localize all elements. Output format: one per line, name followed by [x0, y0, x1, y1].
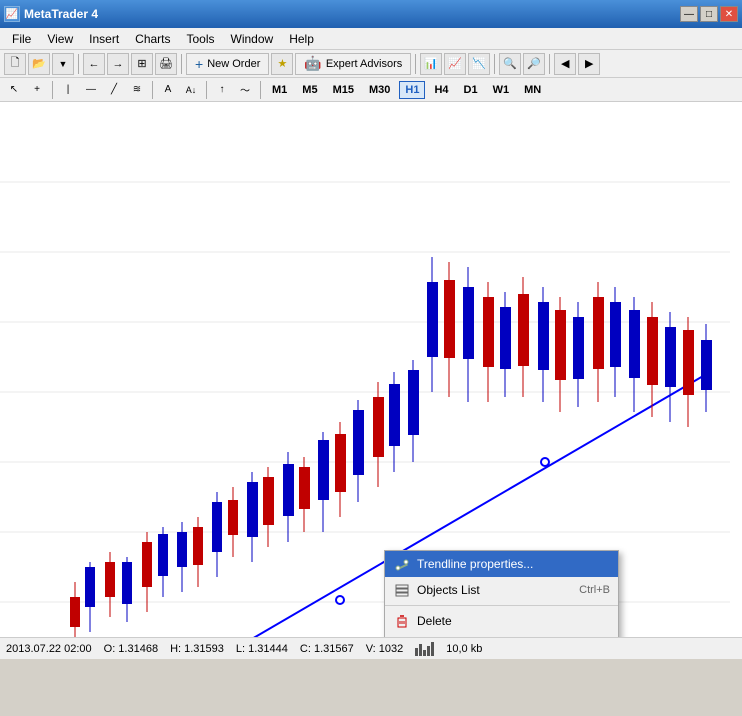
app-icon: 📈 [4, 6, 20, 22]
toolbar2-sep1 [52, 81, 53, 99]
cm-delete[interactable]: Delete [385, 608, 618, 634]
tf-w1[interactable]: W1 [487, 81, 516, 99]
toolbar2-sep2 [152, 81, 153, 99]
menu-window[interactable]: Window [223, 30, 282, 48]
toolbar-sep5 [549, 54, 550, 74]
minimize-button[interactable]: — [680, 6, 698, 22]
toolbar-refresh[interactable]: ⊞ [131, 53, 153, 75]
cm-delete-label: Delete [417, 614, 452, 628]
status-high: H: 1.31593 [170, 643, 224, 655]
channel-tool[interactable]: ≋ [127, 80, 147, 100]
toolbar-sep4 [494, 54, 495, 74]
toolbar-new[interactable]: 🗋 [4, 53, 26, 75]
cm-trendline-label: Trendline properties... [417, 557, 533, 571]
chart-area: Trendline properties... Objects List Ctr… [0, 102, 742, 637]
maximize-button[interactable]: □ [700, 6, 718, 22]
toolbar-zoom-in[interactable]: 🔍 [499, 53, 521, 75]
new-order-button[interactable]: + New Order [186, 53, 269, 75]
toolbar-sep2 [181, 54, 182, 74]
toolbar-zoom-out[interactable]: 🔎 [523, 53, 545, 75]
cm-sep1 [385, 605, 618, 606]
toolbar-back[interactable]: ← [83, 53, 105, 75]
toolbar-right[interactable]: ▶ [578, 53, 600, 75]
menu-file[interactable]: File [4, 30, 39, 48]
status-open: O: 1.31468 [104, 643, 158, 655]
close-button[interactable]: ✕ [720, 6, 738, 22]
window-controls: — □ ✕ [680, 6, 738, 22]
cm-objects-list[interactable]: Objects List Ctrl+B [385, 577, 618, 603]
toolbar-chart3[interactable]: 📉 [468, 53, 490, 75]
cursor-tool[interactable]: ↖ [4, 80, 24, 100]
toolbar-left[interactable]: ◀ [554, 53, 576, 75]
menu-help[interactable]: Help [281, 30, 322, 48]
tf-m15[interactable]: M15 [327, 81, 360, 99]
tf-m5[interactable]: M5 [296, 81, 323, 99]
vline-tool[interactable]: | [58, 80, 78, 100]
expert-advisors-button[interactable]: 🤖 Expert Advisors [295, 53, 411, 75]
status-filesize: 10,0 kb [446, 643, 482, 655]
bar3 [423, 650, 426, 656]
menu-insert[interactable]: Insert [81, 30, 127, 48]
cm-objects-list-shortcut: Ctrl+B [579, 584, 610, 596]
toolbar-chart2[interactable]: 📈 [444, 53, 466, 75]
menu-bar: File View Insert Charts Tools Window Hel… [0, 28, 742, 50]
toolbar2-sep4 [260, 81, 261, 99]
bar2 [419, 644, 422, 656]
candlestick-chart [0, 102, 742, 637]
menu-tools[interactable]: Tools [179, 30, 223, 48]
cm-trendline-properties[interactable]: Trendline properties... [385, 551, 618, 577]
cm-objects-list-label: Objects List [417, 583, 480, 597]
toolbar-print[interactable]: 🖨 [155, 53, 177, 75]
tf-m1[interactable]: M1 [266, 81, 293, 99]
objects-list-icon [393, 581, 411, 599]
toolbar-sep1 [78, 54, 79, 74]
delete-icon [393, 612, 411, 630]
status-bar: 2013.07.22 02:00 O: 1.31468 H: 1.31593 L… [0, 637, 742, 659]
toolbar-chart1[interactable]: 📊 [420, 53, 442, 75]
cm-delete-all-arrows[interactable]: Delete All Arrows [385, 634, 618, 637]
menu-charts[interactable]: Charts [127, 30, 178, 48]
bar4 [427, 646, 430, 656]
crosshair-tool[interactable]: + [27, 80, 47, 100]
title-bar: 📈 MetaTrader 4 — □ ✕ [0, 0, 742, 28]
app-title: MetaTrader 4 [24, 7, 98, 21]
tf-mn[interactable]: MN [518, 81, 547, 99]
tf-h1[interactable]: H1 [399, 81, 425, 99]
toolbar-open2[interactable]: ▼ [52, 53, 74, 75]
bar5 [431, 642, 434, 656]
tf-h4[interactable]: H4 [428, 81, 454, 99]
tf-m30[interactable]: M30 [363, 81, 396, 99]
menu-view[interactable]: View [39, 30, 81, 48]
text-tool[interactable]: A [158, 80, 178, 100]
wave-tool[interactable]: 〜 [235, 80, 255, 100]
toolbar-star[interactable]: ★ [271, 53, 293, 75]
status-bars-icon [415, 642, 434, 656]
status-close: C: 1.31567 [300, 643, 354, 655]
status-low: L: 1.31444 [236, 643, 288, 655]
status-volume: V: 1032 [366, 643, 404, 655]
label-tool[interactable]: A↓ [181, 80, 201, 100]
main-toolbar: 🗋 📂 ▼ ← → ⊞ 🖨 + New Order ★ 🤖 Expert Adv… [0, 50, 742, 78]
trendline-props-icon [393, 555, 411, 573]
hline-tool[interactable]: — [81, 80, 101, 100]
drawing-toolbar: ↖ + | — ╱ ≋ A A↓ ↑ 〜 M1 M5 M15 M30 H1 H4… [0, 78, 742, 102]
trendline-tool[interactable]: ╱ [104, 80, 124, 100]
toolbar-forward[interactable]: → [107, 53, 129, 75]
toolbar-sep3 [415, 54, 416, 74]
status-date: 2013.07.22 02:00 [6, 643, 92, 655]
bar1 [415, 648, 418, 656]
toolbar2-sep3 [206, 81, 207, 99]
context-menu: Trendline properties... Objects List Ctr… [384, 550, 619, 637]
arrow-tool[interactable]: ↑ [212, 80, 232, 100]
toolbar-open[interactable]: 📂 [28, 53, 50, 75]
tf-d1[interactable]: D1 [458, 81, 484, 99]
